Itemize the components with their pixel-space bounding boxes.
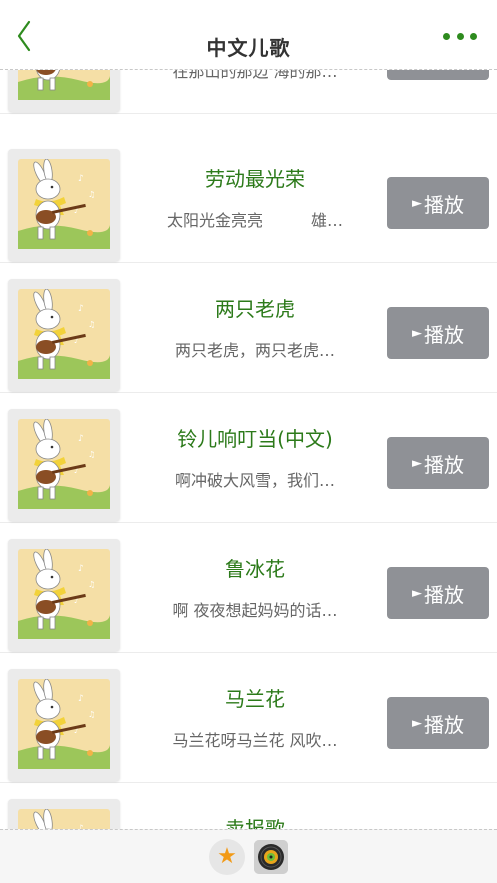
play-button[interactable]: ► 播放 — [387, 697, 489, 749]
song-row[interactable]: ♪ ♫ ♪ 劳动最光荣 太阳光金亮亮 雄… ► 播放 — [0, 133, 497, 263]
svg-text:♫: ♫ — [88, 580, 95, 589]
app-screen: ♪ ♫ ♪ 在那山的那边 海的那… ► 播放 ♪ ♫ ♪ — [0, 0, 497, 883]
play-button-label: 播放 — [424, 192, 464, 217]
page-title: 中文儿歌 — [206, 36, 291, 60]
svg-text:♪: ♪ — [78, 564, 84, 574]
svg-text:♪: ♪ — [78, 434, 84, 444]
svg-text:♪: ♪ — [78, 174, 84, 184]
song-title: 两只老虎 — [215, 297, 295, 321]
vinyl-disc-icon — [254, 840, 288, 874]
svg-text:♫: ♫ — [88, 190, 95, 199]
song-title: 铃儿响叮当(中文) — [177, 427, 333, 451]
bottom-toolbar: ★ — [0, 829, 497, 883]
play-button[interactable]: ► 播放 — [387, 437, 489, 489]
song-title: 鲁冰花 — [225, 557, 285, 581]
song-row[interactable]: ♪ ♫ ♪ 鲁冰花 啊 夜夜想起妈妈的话… ► 播放 — [0, 523, 497, 653]
svg-text:♫: ♫ — [88, 450, 95, 459]
song-row[interactable]: ♪ ♫ ♪ 铃儿响叮当(中文) 啊冲破大风雪，我们… ► 播放 — [0, 393, 497, 523]
play-button[interactable]: ► 播放 — [387, 567, 489, 619]
svg-text:♫: ♫ — [88, 320, 95, 329]
song-thumbnail: ♪ ♫ ♪ — [8, 279, 120, 391]
more-options-button[interactable] — [443, 28, 477, 44]
song-lyric-preview: 两只老虎，两只老虎… — [174, 341, 335, 360]
song-lyric-preview: 马兰花呀马兰花 风吹… — [172, 731, 338, 750]
play-arrow-icon: ► — [412, 195, 422, 211]
play-button-label: 播放 — [424, 452, 464, 477]
play-arrow-icon: ► — [412, 715, 422, 731]
play-arrow-icon: ► — [412, 585, 422, 601]
song-list: ♪ ♫ ♪ 在那山的那边 海的那… ► 播放 ♪ ♫ ♪ — [0, 0, 497, 883]
star-icon: ★ — [217, 844, 237, 869]
svg-text:♪: ♪ — [78, 694, 84, 704]
svg-text:♪: ♪ — [78, 304, 84, 314]
song-thumbnail: ♪ ♫ ♪ — [8, 149, 120, 261]
song-thumbnail: ♪ ♫ ♪ — [8, 539, 120, 651]
song-thumbnail: ♪ ♫ ♪ — [8, 669, 120, 781]
svg-text:♫: ♫ — [88, 710, 95, 719]
song-lyric-preview: 啊冲破大风雪，我们… — [174, 471, 335, 490]
song-lyric-preview: 太阳光金亮亮 雄… — [166, 211, 343, 230]
now-playing-button[interactable] — [254, 840, 288, 874]
rabbit-guitar-image: ♪ ♫ ♪ — [18, 419, 110, 509]
rabbit-guitar-image: ♪ ♫ ♪ — [18, 679, 110, 769]
song-title: 劳动最光荣 — [205, 167, 305, 191]
song-thumbnail: ♪ ♫ ♪ — [8, 409, 120, 521]
favorites-button[interactable]: ★ — [209, 839, 245, 875]
navigation-header: 中文儿歌 — [0, 0, 497, 70]
rabbit-guitar-image: ♪ ♫ ♪ — [18, 289, 110, 379]
rabbit-guitar-image: ♪ ♫ ♪ — [18, 159, 110, 249]
play-button-label: 播放 — [424, 712, 464, 737]
song-row[interactable]: ♪ ♫ ♪ 两只老虎 两只老虎，两只老虎… ► 播放 — [0, 263, 497, 393]
rabbit-guitar-image: ♪ ♫ ♪ — [18, 549, 110, 639]
song-title: 马兰花 — [225, 687, 285, 711]
play-button-label: 播放 — [424, 582, 464, 607]
more-dots-icon — [443, 32, 450, 40]
play-button[interactable]: ► 播放 — [387, 177, 489, 229]
play-button[interactable]: ► 播放 — [387, 307, 489, 359]
song-row[interactable]: ♪ ♫ ♪ 马兰花 马兰花呀马兰花 风吹… ► 播放 — [0, 653, 497, 783]
play-arrow-icon: ► — [412, 325, 422, 341]
play-arrow-icon: ► — [412, 455, 422, 471]
song-lyric-preview: 啊 夜夜想起妈妈的话… — [172, 601, 338, 620]
play-button-label: 播放 — [424, 322, 464, 347]
